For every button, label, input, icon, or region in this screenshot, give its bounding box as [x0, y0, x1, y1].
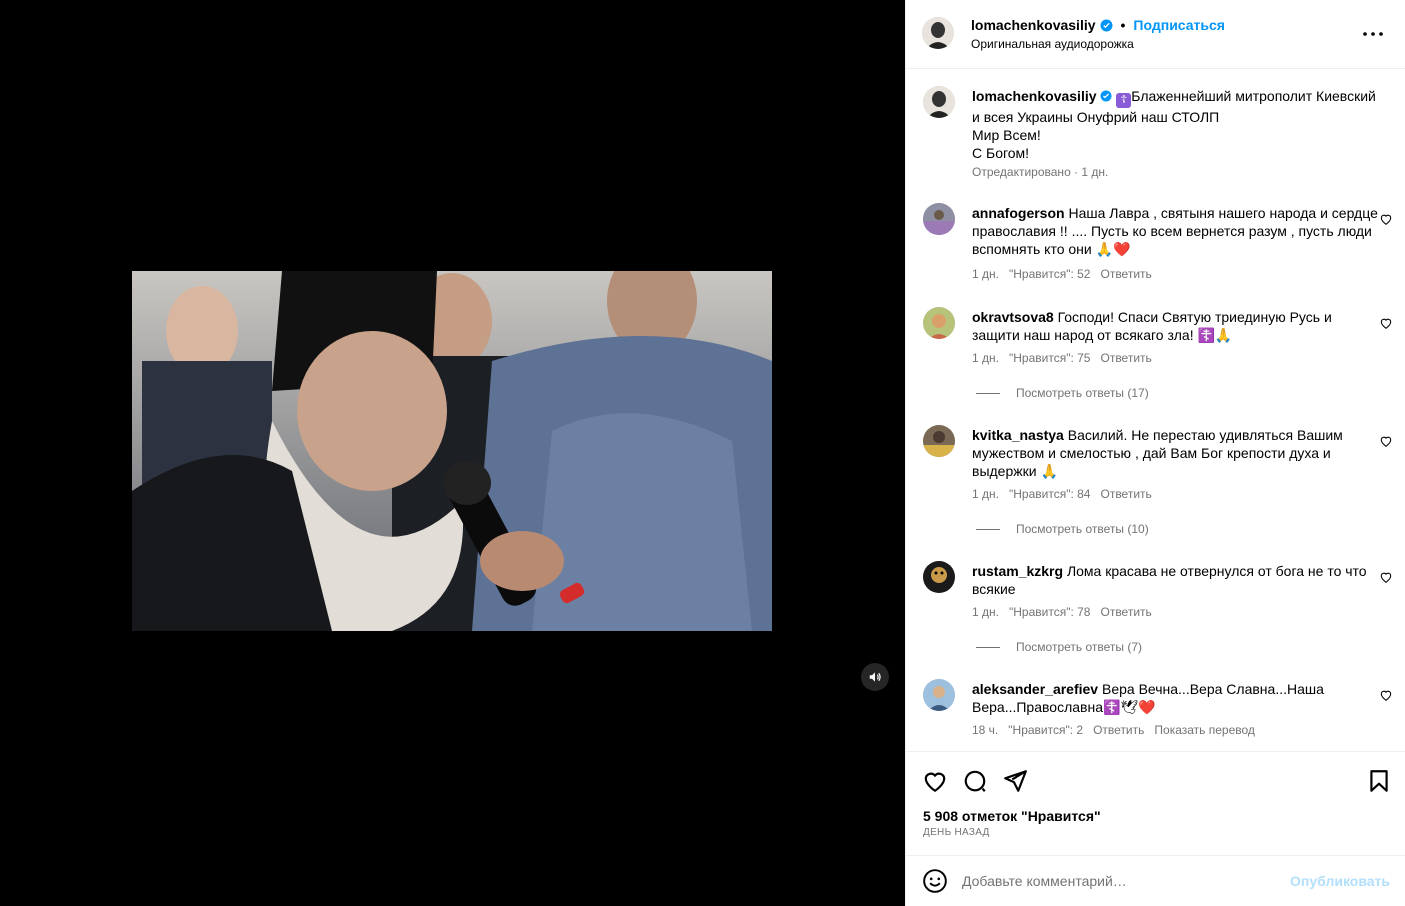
comments-list[interactable]: lomachenkovasiliy ☦ Блаженнейший митропол… — [906, 69, 1405, 752]
comment-username[interactable]: annafogerson — [972, 205, 1065, 221]
comment-bubble-icon[interactable] — [962, 768, 988, 794]
audio-track-link[interactable]: Оригинальная аудиодорожка — [971, 37, 1134, 51]
comment-like-heart-icon[interactable] — [1379, 434, 1393, 448]
comment-like-heart-icon[interactable] — [1379, 212, 1393, 226]
comment-text: okravtsova8 Господи! Спаси Святую триеди… — [972, 308, 1382, 344]
comment-item: aleksander_arefiev Вера Вечна...Вера Сла… — [923, 679, 1393, 749]
commenter-avatar[interactable] — [923, 561, 955, 593]
comment-like-heart-icon[interactable] — [1379, 688, 1393, 702]
comment-item: annafogerson Наша Лавра , святыня нашего… — [923, 203, 1393, 283]
comment-time: 1 дн. — [972, 487, 999, 501]
follow-button[interactable]: Подписаться — [1133, 17, 1225, 33]
comment-likes-count[interactable]: "Нравится": 52 — [1009, 267, 1091, 281]
post-caption: lomachenkovasiliy ☦ Блаженнейший митропол… — [923, 86, 1393, 186]
comment-username[interactable]: kvitka_nastya — [972, 427, 1064, 443]
speaker-icon — [869, 672, 881, 682]
comment-meta: 1 дн. "Нравится": 52 Ответить — [972, 267, 1152, 281]
comment-time: 18 ч. — [972, 723, 999, 737]
comment-username[interactable]: aleksander_arefiev — [972, 681, 1098, 697]
separator-dot: • — [1120, 17, 1126, 33]
comment-time: 1 дн. — [972, 351, 999, 365]
reply-button[interactable]: Ответить — [1100, 605, 1151, 619]
comment-meta: 1 дн. "Нравится": 84 Ответить — [972, 487, 1152, 501]
replies-line — [976, 528, 1000, 530]
view-replies-label: Посмотреть ответы (10) — [1016, 522, 1149, 536]
comment-item: kvitka_nastya Василий. Не перестаю удивл… — [923, 425, 1393, 545]
reply-button[interactable]: Ответить — [1100, 351, 1151, 365]
save-bookmark-icon[interactable] — [1366, 768, 1392, 794]
post-video[interactable] — [132, 271, 772, 631]
verified-badge-icon — [1100, 90, 1112, 102]
comment-like-heart-icon[interactable] — [1379, 570, 1393, 584]
comment-composer: Опубликовать — [906, 855, 1405, 906]
caption-username[interactable]: lomachenkovasiliy — [972, 88, 1097, 104]
post-actions-bar — [906, 753, 1405, 803]
comment-item: okravtsova8 Господи! Спаси Святую триеди… — [923, 307, 1393, 407]
author-avatar[interactable] — [922, 17, 954, 49]
comment-time: 1 дн. — [972, 605, 999, 619]
view-replies-label: Посмотреть ответы (17) — [1016, 386, 1149, 400]
likes-count[interactable]: 5 908 отметок "Нравится" — [923, 808, 1101, 824]
commenter-avatar[interactable] — [923, 203, 955, 235]
comment-like-heart-icon[interactable] — [1379, 316, 1393, 330]
caption-line-2: и всея Украины Онуфрий наш СТОЛП — [972, 109, 1220, 125]
post-side-panel: lomachenkovasiliy • Подписаться Оригинал… — [905, 0, 1405, 906]
post-header: lomachenkovasiliy • Подписаться Оригинал… — [906, 0, 1405, 69]
caption-meta: Отредактировано · 1 дн. — [972, 165, 1109, 179]
view-replies-button[interactable]: Посмотреть ответы (7) — [976, 640, 1142, 654]
comment-time: 1 дн. — [972, 267, 999, 281]
orthodox-cross-emoji: ☦ — [1116, 93, 1132, 108]
emoji-icon[interactable] — [922, 868, 948, 894]
post-date: ДЕНЬ НАЗАД — [923, 827, 990, 838]
comment-username[interactable]: okravtsova8 — [972, 309, 1054, 325]
more-options-icon[interactable] — [1361, 24, 1385, 44]
comment-meta: 1 дн. "Нравится": 75 Ответить — [972, 351, 1152, 365]
comment-likes-count[interactable]: "Нравится": 84 — [1009, 487, 1091, 501]
comment-item: rustam_kzkrg Лома красава не отвернулся … — [923, 561, 1393, 661]
author-avatar[interactable] — [923, 86, 955, 118]
mute-toggle-button[interactable] — [861, 663, 889, 691]
caption-line-1: Блаженнейший митрополит Киевский — [1131, 88, 1376, 104]
comment-meta: 1 дн. "Нравится": 78 Ответить — [972, 605, 1152, 619]
reply-button[interactable]: Ответить — [1100, 487, 1151, 501]
publish-button[interactable]: Опубликовать — [1290, 873, 1390, 889]
comment-text: rustam_kzkrg Лома красава не отвернулся … — [972, 562, 1382, 598]
comment-input[interactable] — [962, 871, 1282, 891]
view-replies-button[interactable]: Посмотреть ответы (17) — [976, 386, 1149, 400]
caption-text: lomachenkovasiliy ☦ Блаженнейший митропол… — [972, 87, 1382, 162]
comment-likes-count[interactable]: "Нравится": 78 — [1009, 605, 1091, 619]
like-heart-icon[interactable] — [922, 768, 948, 794]
commenter-avatar[interactable] — [923, 679, 955, 711]
caption-line-4: С Богом! — [972, 145, 1030, 161]
share-send-icon[interactable] — [1002, 768, 1028, 794]
view-replies-label: Посмотреть ответы (7) — [1016, 640, 1143, 654]
instagram-post-viewer: lomachenkovasiliy • Подписаться Оригинал… — [0, 0, 1405, 906]
comment-meta: 18 ч. "Нравится": 2 Ответить Показать пе… — [972, 723, 1255, 737]
reply-button[interactable]: Ответить — [1093, 723, 1144, 737]
caption-line-3: Мир Всем! — [972, 127, 1041, 143]
comment-text: kvitka_nastya Василий. Не перестаю удивл… — [972, 426, 1382, 480]
replies-line — [976, 646, 1000, 648]
comment-likes-count[interactable]: "Нравится": 2 — [1008, 723, 1083, 737]
media-area — [0, 0, 905, 906]
show-translation-button[interactable]: Показать перевод — [1154, 723, 1255, 737]
replies-line — [976, 392, 1000, 394]
comment-text: annafogerson Наша Лавра , святыня нашего… — [972, 204, 1382, 258]
author-username[interactable]: lomachenkovasiliy — [971, 17, 1096, 33]
video-frame — [132, 271, 772, 631]
verified-badge-icon — [1100, 19, 1112, 31]
commenter-avatar[interactable] — [923, 307, 955, 339]
comment-likes-count[interactable]: "Нравится": 75 — [1009, 351, 1091, 365]
view-replies-button[interactable]: Посмотреть ответы (10) — [976, 522, 1149, 536]
reply-button[interactable]: Ответить — [1100, 267, 1151, 281]
comment-text: aleksander_arefiev Вера Вечна...Вера Сла… — [972, 680, 1382, 716]
comment-username[interactable]: rustam_kzkrg — [972, 563, 1063, 579]
commenter-avatar[interactable] — [923, 425, 955, 457]
header-user-row: lomachenkovasiliy • Подписаться — [971, 17, 1225, 33]
